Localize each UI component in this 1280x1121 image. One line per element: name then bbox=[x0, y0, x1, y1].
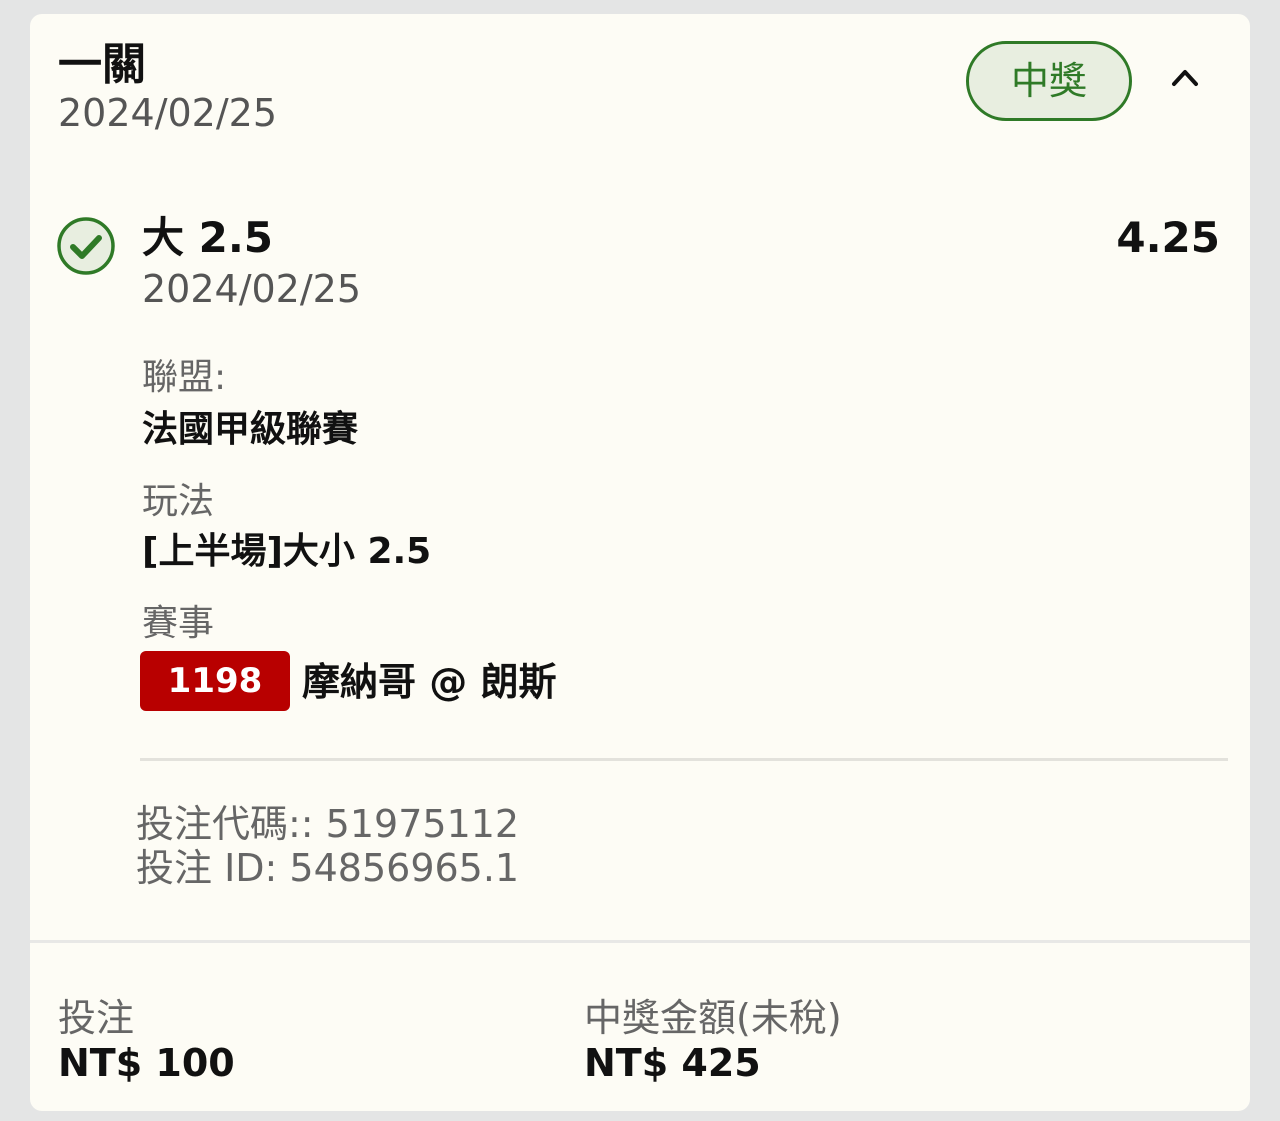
market-label: 玩法 bbox=[142, 481, 215, 522]
footer-divider bbox=[30, 940, 1250, 943]
selection-name: 大 2.5 bbox=[142, 213, 274, 262]
league-label: 聯盟: bbox=[142, 357, 227, 398]
status-badge: 中獎 bbox=[966, 41, 1132, 121]
stake-label: 投注 bbox=[58, 996, 135, 1040]
market-value: [上半場]大小 2.5 bbox=[142, 531, 432, 572]
chevron-up-icon[interactable] bbox=[1170, 64, 1200, 90]
bet-type-title: 一關 bbox=[58, 39, 146, 90]
selection-date: 2024/02/25 bbox=[142, 267, 362, 311]
event-number-badge: 1198 bbox=[140, 651, 290, 711]
league-value: 法國甲級聯賽 bbox=[142, 409, 359, 450]
divider bbox=[140, 758, 1228, 761]
payout-label: 中獎金額(未稅) bbox=[584, 996, 842, 1040]
selection-odds: 4.25 bbox=[1116, 213, 1220, 262]
bet-date: 2024/02/25 bbox=[58, 91, 278, 135]
stake-value: NT$ 100 bbox=[58, 1041, 235, 1085]
event-name: 摩納哥 @ 朗斯 bbox=[302, 660, 557, 704]
bet-card: 一關 2024/02/25 中獎 大 2.5 2024/02/25 4.25 聯… bbox=[30, 14, 1250, 1111]
bet-id: 投注 ID: 54856965.1 bbox=[136, 846, 520, 890]
check-circle-icon bbox=[56, 216, 116, 276]
bet-code: 投注代碼:: 51975112 bbox=[136, 802, 520, 846]
event-label: 賽事 bbox=[142, 603, 215, 644]
payout-value: NT$ 425 bbox=[584, 1041, 761, 1085]
